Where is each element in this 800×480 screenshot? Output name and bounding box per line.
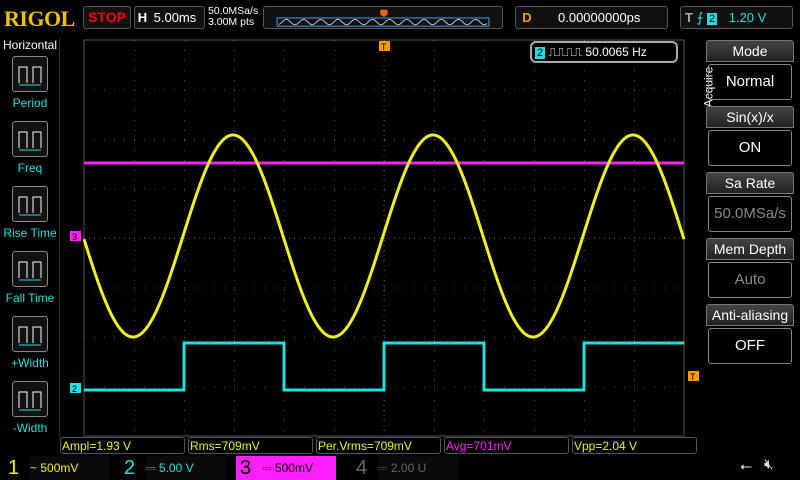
channel-scale[interactable]: ⎓ 5.00 V: [146, 456, 226, 480]
h-label: H: [137, 10, 148, 25]
scale-value: 500mV: [274, 461, 313, 475]
menu-button-label[interactable]: Sin(x)/x: [706, 106, 794, 128]
rigol-logo: RIGOL: [4, 6, 75, 31]
coupling-icon: ⎓: [146, 461, 156, 475]
trigger-level: 1.20 V: [728, 10, 767, 25]
positive-width-icon[interactable]: [12, 316, 48, 352]
menu-item-label[interactable]: Rise Time: [0, 226, 60, 240]
menu-button-value[interactable]: OFF: [708, 328, 792, 364]
measurement-item[interactable]: Vpp=2.04 V: [572, 437, 697, 454]
menu-item-label[interactable]: Period: [0, 96, 60, 110]
menu-button-value[interactable]: 50.0MSa/s: [708, 196, 792, 232]
delay-box[interactable]: D 0.00000000ps: [515, 6, 668, 29]
svg-text:T: T: [690, 372, 696, 382]
sample-info: 50.0MSa/s 3.00M pts: [208, 6, 258, 28]
svg-text:2: 2: [72, 384, 77, 394]
frequency-counter: 2 ⎍⎍⎍⎍ 50.0065 Hz: [530, 41, 678, 63]
run-stop-status[interactable]: STOP: [83, 6, 131, 29]
acquire-menu: Acquire Mode Normal Sin(x)/x ON Sa Rate 50.0M…: [700, 40, 800, 440]
period-icon[interactable]: [12, 56, 48, 92]
channel-number: 3: [240, 457, 252, 479]
measurement-bar: Ampl=1.93 V Rms=709mV Per.Vrms=709mV Avg=70…: [60, 437, 700, 454]
measurement-item[interactable]: Rms=709mV: [188, 437, 313, 454]
channel-scale[interactable]: ~ 500mV: [30, 456, 110, 480]
channel-scale[interactable]: ⎓ 500mV: [262, 456, 342, 480]
counter-value: 50.0065 Hz: [585, 45, 647, 59]
channel-4-button[interactable]: 4: [356, 456, 367, 480]
scale-value: 500mV: [40, 461, 79, 475]
t-label: T: [685, 10, 693, 25]
coupling-icon: ⎓: [378, 461, 388, 475]
menu-button-label[interactable]: Mode: [706, 40, 794, 62]
measurement-item[interactable]: Ampl=1.93 V: [60, 437, 185, 454]
menu-button-value[interactable]: ON: [708, 130, 792, 166]
channel-number: 1: [8, 457, 20, 479]
mute-icon: 🔇︎: [764, 456, 774, 473]
channel-number: 4: [356, 457, 368, 479]
channel-2-trace: [84, 341, 684, 392]
rise-time-icon[interactable]: [12, 186, 48, 222]
trigger-position-icon: [380, 9, 388, 18]
channel-number: 2: [124, 457, 136, 479]
waveform-display[interactable]: 3 2 T T: [60, 38, 700, 438]
measurement-item[interactable]: Per.Vrms=709mV: [316, 437, 441, 454]
memory-points: 3.00M pts: [208, 16, 255, 28]
trigger-source: 2: [706, 13, 718, 25]
counter-channel: 2: [535, 47, 546, 59]
measurement-item[interactable]: Avg=701mV: [444, 437, 569, 454]
coupling-icon: ~: [30, 461, 38, 475]
timebase-box[interactable]: H 5.00ms: [134, 6, 205, 29]
d-label: D: [522, 10, 532, 25]
negative-width-icon[interactable]: [12, 381, 48, 417]
scale-value: 5.00 V: [158, 461, 194, 475]
menu-button-label[interactable]: Mem Depth: [706, 238, 794, 260]
menu-button-label[interactable]: Anti-aliasing: [706, 304, 794, 326]
timebase-value: 5.00ms: [153, 10, 197, 25]
trigger-box[interactable]: T ⨍ 2 1.20 V: [680, 6, 793, 29]
svg-text:3: 3: [72, 232, 77, 242]
scale-value: 2.00 U: [390, 461, 427, 475]
menu-button-value[interactable]: Normal: [708, 64, 792, 100]
coupling-icon: ⎓: [262, 461, 272, 475]
rising-edge-icon: ⨍: [696, 10, 704, 25]
channel-bar: 1 ~ 500mV 2 ⎓ 5.00 V 3 ⎓ 500mV 4 ⎓ 2.00 U: [0, 456, 800, 480]
channel-2-button[interactable]: 2: [124, 456, 135, 480]
freq-icon[interactable]: [12, 121, 48, 157]
square-wave-icon: ⎍⎍⎍⎍: [548, 45, 583, 59]
channel-scale[interactable]: ⎓ 2.00 U: [378, 456, 458, 480]
menu-button-label[interactable]: Sa Rate: [706, 172, 794, 194]
delay-value: 0.00000000ps: [558, 10, 641, 25]
channel-1-button[interactable]: 1: [8, 456, 19, 480]
memory-overview-bar[interactable]: [263, 6, 503, 29]
menu-item-label[interactable]: Freq: [0, 161, 60, 175]
menu-item-label[interactable]: +Width: [0, 356, 60, 370]
fall-time-icon[interactable]: [12, 251, 48, 287]
menu-button-value[interactable]: Auto: [708, 262, 792, 298]
menu-item-label[interactable]: Fall Time: [0, 291, 60, 305]
menu-item-label[interactable]: -Width: [0, 421, 60, 435]
svg-text:T: T: [381, 42, 387, 52]
menu-title: Horizontal: [2, 38, 58, 52]
horizontal-menu: Horizontal Period Freq Rise Time Fall Time +…: [0, 38, 60, 438]
usb-icon: ⭠: [740, 458, 753, 475]
